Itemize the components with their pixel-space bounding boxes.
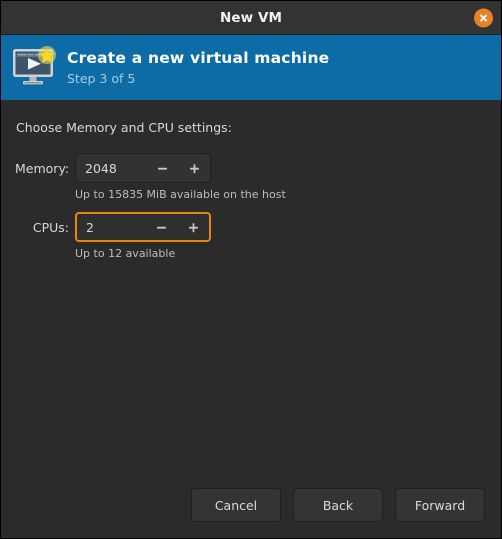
cpus-decrement-button[interactable] [145, 214, 177, 240]
dialog-footer: Cancel Back Forward [1, 482, 501, 538]
minus-icon [157, 167, 167, 170]
close-button[interactable] [474, 8, 493, 27]
memory-hint: Up to 15835 MiB available on the host [75, 188, 286, 201]
close-icon [480, 14, 487, 21]
plus-icon [188, 222, 198, 232]
titlebar: New VM [1, 1, 501, 35]
new-vm-dialog: New VM Create a new virtual machine Step… [0, 0, 502, 539]
memory-input[interactable]: 2048 [76, 161, 146, 176]
settings-form: Memory: 2048 Up to 15835 MiB available o… [15, 153, 487, 260]
back-button[interactable]: Back [293, 488, 383, 522]
dialog-content: Choose Memory and CPU settings: Memory: … [1, 100, 501, 482]
window-title: New VM [219, 9, 283, 26]
cpus-increment-button[interactable] [177, 214, 209, 240]
new-virtual-machine-icon [11, 45, 59, 90]
cpus-input[interactable]: 2 [77, 220, 145, 235]
banner-text: Create a new virtual machine Step 3 of 5 [67, 48, 329, 88]
minus-icon [156, 226, 166, 229]
memory-spinner[interactable]: 2048 [75, 153, 211, 183]
cpus-label: CPUs: [32, 219, 69, 235]
banner-title: Create a new virtual machine [67, 48, 330, 67]
wizard-banner: Create a new virtual machine Step 3 of 5 [1, 35, 501, 100]
cpus-hint: Up to 12 available [75, 247, 176, 260]
cancel-button[interactable]: Cancel [191, 488, 281, 522]
memory-row: Memory: 2048 [15, 153, 487, 183]
memory-decrement-button[interactable] [146, 154, 178, 182]
cpus-spinner[interactable]: 2 [75, 212, 211, 242]
content-instruction: Choose Memory and CPU settings: [16, 120, 232, 135]
memory-label: Memory: [15, 160, 70, 176]
memory-increment-button[interactable] [178, 154, 210, 182]
forward-button[interactable]: Forward [395, 488, 485, 522]
banner-step-indicator: Step 3 of 5 [67, 70, 136, 86]
plus-icon [189, 163, 199, 173]
cpus-row: CPUs: 2 [15, 212, 487, 242]
